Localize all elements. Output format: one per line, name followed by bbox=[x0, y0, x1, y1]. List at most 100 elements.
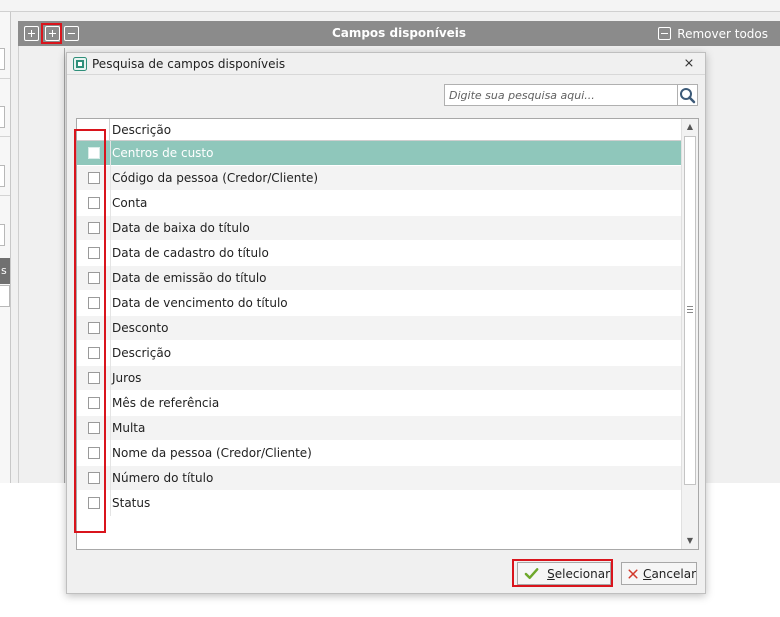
row-label: Juros bbox=[112, 371, 142, 385]
cell-divider bbox=[110, 241, 111, 266]
row-label: Nome da pessoa (Credor/Cliente) bbox=[112, 446, 312, 460]
grip-icon bbox=[687, 306, 693, 313]
row-checkbox[interactable] bbox=[88, 222, 100, 234]
row-checkbox[interactable] bbox=[88, 447, 100, 459]
row-label: Conta bbox=[112, 196, 148, 210]
scroll-up-arrow-icon[interactable]: ▲ bbox=[682, 119, 698, 135]
scroll-down-arrow-icon[interactable]: ▼ bbox=[682, 533, 698, 549]
cell-divider bbox=[110, 391, 111, 416]
dialog-titlebar: Pesquisa de campos disponíveis ⨯ bbox=[67, 53, 705, 75]
top-strip bbox=[0, 0, 780, 12]
row-checkbox[interactable] bbox=[88, 272, 100, 284]
table-row[interactable]: Multa bbox=[77, 416, 682, 441]
cell-divider bbox=[110, 416, 111, 441]
search-button[interactable] bbox=[678, 84, 698, 106]
row-checkbox[interactable] bbox=[88, 347, 100, 359]
grid-header: Descrição bbox=[77, 119, 682, 141]
sidebar-field[interactable] bbox=[0, 106, 5, 128]
panel-divider bbox=[64, 48, 65, 483]
cell-divider bbox=[110, 466, 111, 491]
sidebar-field[interactable] bbox=[0, 285, 10, 307]
row-checkbox[interactable] bbox=[88, 197, 100, 209]
table-row[interactable]: Data de emissão do título bbox=[77, 266, 682, 291]
column-header-description[interactable]: Descrição bbox=[112, 119, 171, 141]
sidebar-field[interactable] bbox=[0, 224, 5, 246]
row-label: Data de cadastro do título bbox=[112, 246, 269, 260]
row-label: Data de emissão do título bbox=[112, 271, 267, 285]
row-checkbox[interactable] bbox=[88, 247, 100, 259]
cancel-button[interactable]: Cancelar bbox=[621, 562, 697, 585]
magnifier-icon bbox=[680, 88, 696, 104]
table-row[interactable]: Data de cadastro do título bbox=[77, 241, 682, 266]
cell-divider bbox=[110, 291, 111, 316]
sidebar-separator bbox=[0, 195, 10, 196]
row-label: Data de baixa do título bbox=[112, 221, 250, 235]
row-checkbox[interactable] bbox=[88, 372, 100, 384]
search-box bbox=[444, 84, 698, 106]
cell-divider bbox=[110, 266, 111, 291]
cell-divider bbox=[110, 316, 111, 341]
dialog-title: Pesquisa de campos disponíveis bbox=[92, 57, 286, 71]
sidebar-separator bbox=[0, 78, 10, 79]
sidebar-field[interactable] bbox=[0, 165, 5, 187]
table-row[interactable]: Número do título bbox=[77, 466, 682, 491]
search-input[interactable] bbox=[444, 84, 678, 106]
dialog-app-icon bbox=[73, 57, 87, 71]
row-label: Código da pessoa (Credor/Cliente) bbox=[112, 171, 319, 185]
sidebar-dark-tab[interactable]: s bbox=[0, 258, 10, 284]
search-fields-dialog: Pesquisa de campos disponíveis ⨯ Descriç… bbox=[66, 52, 706, 594]
row-label: Status bbox=[112, 496, 151, 510]
table-row[interactable]: Status bbox=[77, 491, 682, 516]
row-label: Desconto bbox=[112, 321, 169, 335]
table-row[interactable]: Desconto bbox=[77, 316, 682, 341]
sidebar-dark-text: s bbox=[1, 264, 7, 277]
add-field-icon[interactable] bbox=[45, 26, 60, 41]
cell-divider bbox=[110, 216, 111, 241]
sidebar-field[interactable] bbox=[0, 48, 5, 70]
row-checkbox[interactable] bbox=[88, 297, 100, 309]
cell-divider bbox=[110, 341, 111, 366]
select-mnemonic: S bbox=[547, 566, 555, 581]
cancel-button-label: Cancelar bbox=[643, 567, 696, 581]
table-row[interactable]: Nome da pessoa (Credor/Cliente) bbox=[77, 441, 682, 466]
row-checkbox[interactable] bbox=[88, 397, 100, 409]
left-sidebar bbox=[0, 12, 11, 483]
row-checkbox[interactable] bbox=[88, 322, 100, 334]
table-row[interactable]: Conta bbox=[77, 191, 682, 216]
expand-all-icon[interactable] bbox=[24, 26, 39, 41]
checkbox-column-header[interactable] bbox=[77, 119, 110, 141]
row-label: Descrição bbox=[112, 346, 172, 360]
table-row[interactable]: Descrição bbox=[77, 341, 682, 366]
table-row[interactable]: Juros bbox=[77, 366, 682, 391]
x-icon bbox=[628, 568, 638, 579]
remove-all-button[interactable]: Remover todos bbox=[658, 21, 768, 46]
cell-divider bbox=[110, 141, 111, 166]
collapse-field-icon[interactable] bbox=[64, 26, 79, 41]
row-checkbox[interactable] bbox=[88, 147, 100, 159]
row-checkbox[interactable] bbox=[88, 422, 100, 434]
select-button-label: Selecionar bbox=[547, 567, 610, 581]
vertical-scrollbar[interactable]: ▲ ▼ bbox=[681, 119, 698, 549]
cell-divider bbox=[110, 191, 111, 216]
scrollbar-thumb[interactable] bbox=[684, 136, 696, 485]
table-row[interactable]: Mês de referência bbox=[77, 391, 682, 416]
cell-divider bbox=[110, 441, 111, 466]
row-label: Centros de custo bbox=[112, 146, 214, 160]
row-checkbox[interactable] bbox=[88, 497, 100, 509]
available-fields-header: Campos disponíveis Remover todos bbox=[18, 21, 780, 46]
select-rest: elecionar bbox=[554, 566, 610, 581]
table-row[interactable]: Data de baixa do título bbox=[77, 216, 682, 241]
row-label: Multa bbox=[112, 421, 146, 435]
fields-grid: Descrição Centros de custo Código da pess… bbox=[76, 118, 699, 550]
minus-box-icon bbox=[658, 27, 672, 40]
row-label: Mês de referência bbox=[112, 396, 220, 410]
cell-divider bbox=[110, 491, 111, 516]
table-row[interactable]: Código da pessoa (Credor/Cliente) bbox=[77, 166, 682, 191]
row-label: Número do título bbox=[112, 471, 214, 485]
row-checkbox[interactable] bbox=[88, 172, 100, 184]
table-row[interactable]: Data de vencimento do título bbox=[77, 291, 682, 316]
table-row[interactable]: Centros de custo bbox=[77, 141, 682, 166]
close-icon[interactable]: ⨯ bbox=[681, 56, 697, 72]
select-button[interactable]: Selecionar bbox=[517, 562, 611, 585]
row-checkbox[interactable] bbox=[88, 472, 100, 484]
